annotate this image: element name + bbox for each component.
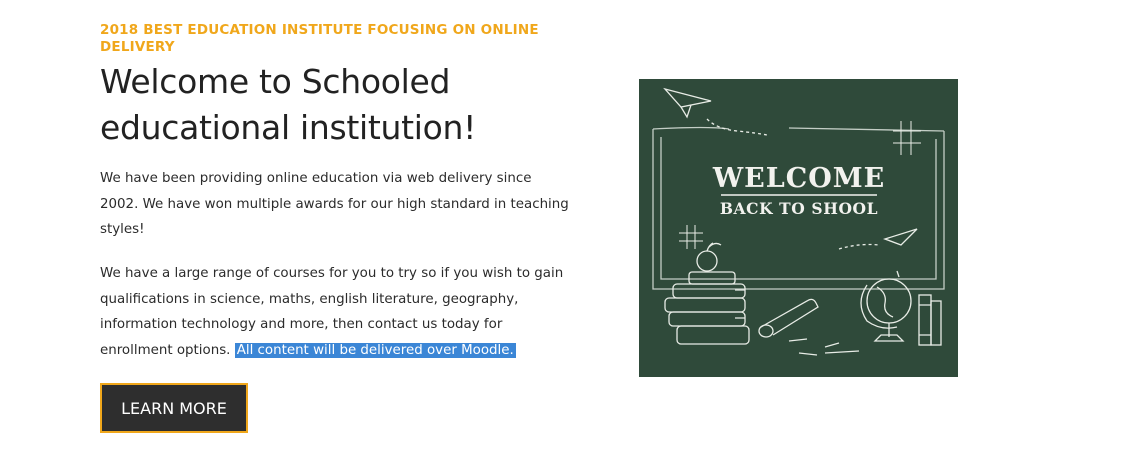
board-line-1: WELCOME <box>712 163 885 194</box>
hero-text-block: 2018 BEST EDUCATION INSTITUTE FOCUSING O… <box>100 22 570 151</box>
hero-paragraph-1: We have been providing online education … <box>100 171 569 237</box>
hero-eyebrow: 2018 BEST EDUCATION INSTITUTE FOCUSING O… <box>100 22 539 55</box>
welcome-back-chalkboard-image: WELCOME BACK TO SHOOL <box>639 79 958 377</box>
board-line-2: BACK TO SHOOL <box>720 199 878 218</box>
learn-more-button[interactable]: LEARN MORE <box>100 383 248 433</box>
chalkboard-illustration: WELCOME BACK TO SHOOL <box>639 79 958 377</box>
selected-text: All content will be delivered over Moodl… <box>234 342 516 358</box>
hero-paragraph-2: We have a large range of courses for you… <box>100 261 570 363</box>
hero-title: Welcome to Schooled educational institut… <box>100 62 477 147</box>
